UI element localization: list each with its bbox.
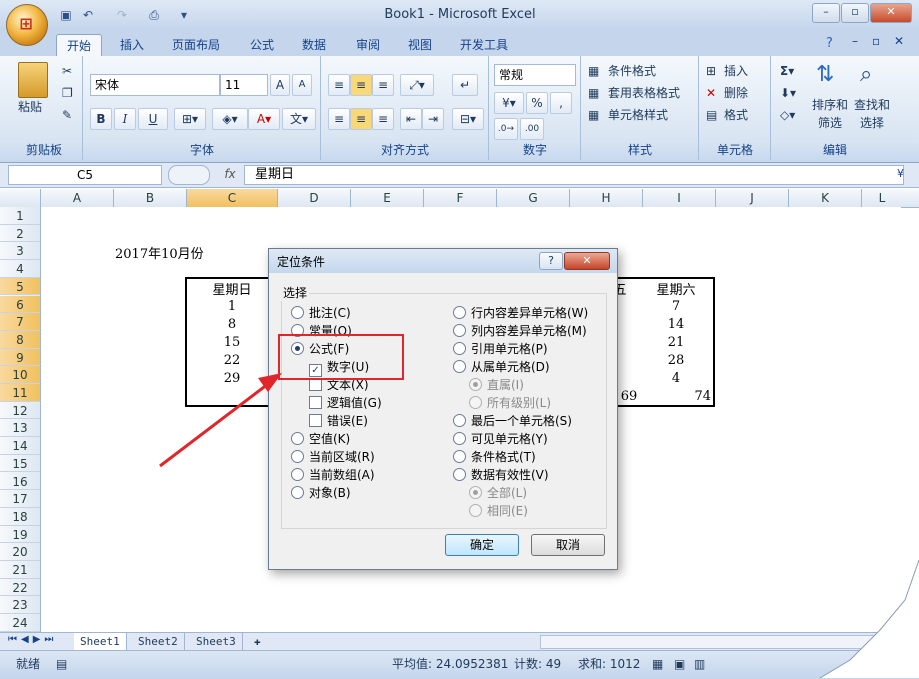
annotation-arrow xyxy=(159,373,282,468)
office-logo-icon: ⊞ xyxy=(19,14,33,33)
office-button[interactable]: ⊞ xyxy=(6,4,48,46)
